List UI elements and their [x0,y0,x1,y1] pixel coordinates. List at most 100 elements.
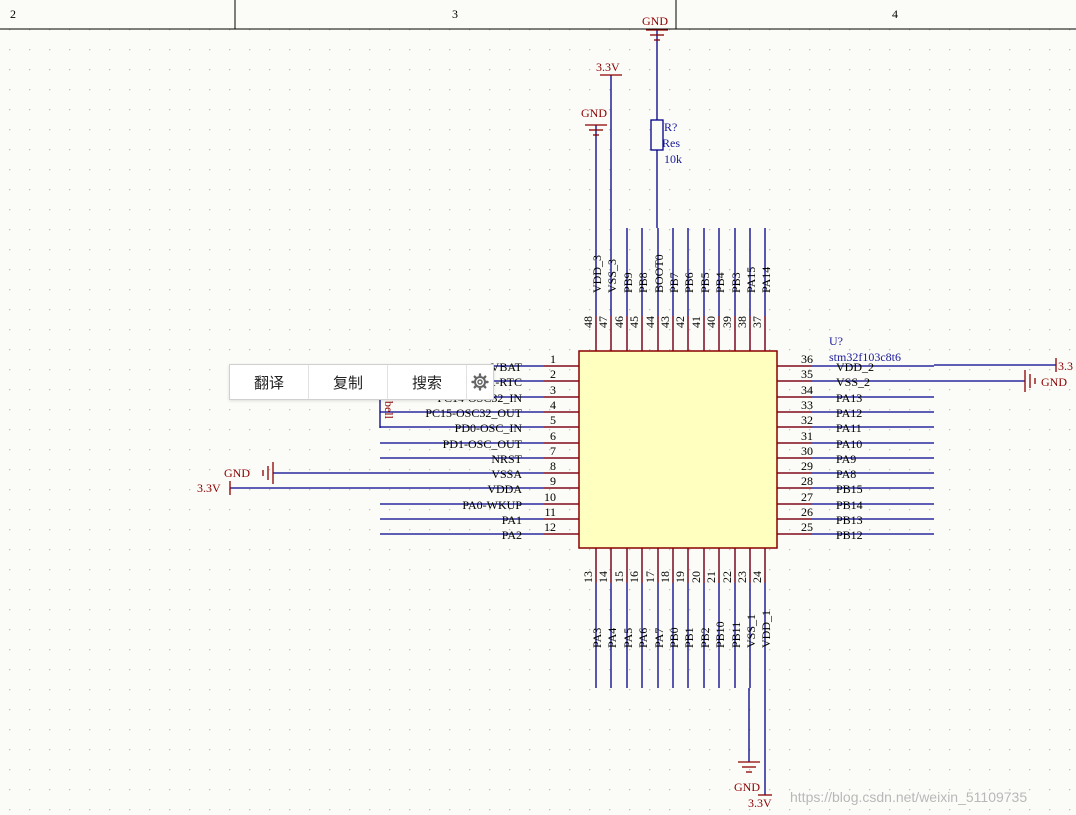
pin-number: 5 [550,413,556,427]
watermark: https://blog.csdn.net/weixin_51109735 [790,789,1027,805]
frame-zone-label: 2 [10,7,16,21]
pin-number: 48 [581,316,595,328]
pin-name: VSS_2 [836,375,870,389]
pin-name: PA4 [605,628,619,648]
pin-name: PA11 [836,421,862,435]
pin-number: 37 [750,316,764,328]
pin-name: PB7 [667,272,681,293]
pin-number: 44 [643,316,657,328]
pin-name: VDDA [487,482,522,496]
copy-button[interactable]: 复制 [309,365,388,399]
pin-name: PB15 [836,482,863,496]
net-label: bell [382,401,396,420]
pin-name: PB9 [621,272,635,293]
pin-name: PB0 [667,627,681,648]
search-button[interactable]: 搜索 [388,365,467,399]
pin-name: PB8 [636,272,650,293]
vcc-label: 3.3V [197,481,221,495]
pin-number: 26 [801,505,813,519]
resistor-comment: Res [662,136,680,150]
pin-name: VDD_3 [590,255,604,293]
pin-number: 23 [735,571,749,583]
gnd-label: GND [642,14,668,28]
pin-number: 31 [801,429,813,443]
pin-name: PA10 [836,437,862,451]
pin-name: VSS_3 [605,259,619,293]
pin-name: PB3 [729,272,743,293]
pin-name: PB1 [682,627,696,648]
pin-number: 18 [658,571,672,583]
pin-number: 13 [581,571,595,583]
pin-number: 4 [550,398,556,412]
pin-name: PB10 [713,621,727,648]
pin-name: PB6 [682,272,696,293]
pin-name: PD0-OSC_IN [455,421,523,435]
pin-name: PB2 [698,627,712,648]
pin-number: 32 [801,413,813,427]
frame-zone-label: 4 [892,7,898,21]
pin-number: 46 [612,316,626,328]
pin-number: 14 [596,571,610,583]
pin-number: 20 [689,571,703,583]
gnd-label: GND [581,106,607,120]
pin-name: PA12 [836,406,862,420]
vcc-label: 3.3V [748,796,772,810]
pin-number: 29 [801,459,813,473]
pin-number: 34 [801,383,813,397]
pin-name: PB14 [836,498,863,512]
pin-number: 10 [544,490,556,504]
chip-body[interactable] [578,350,778,549]
vcc-label: 3.3 [1058,359,1073,373]
pin-number: 22 [720,571,734,583]
pin-number: 36 [801,352,813,366]
pin-number: 8 [550,459,556,473]
gnd-label: GND [1041,375,1067,389]
pin-name: PA6 [636,628,650,648]
pin-name: PC15-OSC32_OUT [425,406,522,420]
schematic-canvas: 2 3 4 1VBAT2PC13-TAMPER-RTC3PC14-OSC32_I… [0,0,1076,815]
pin-number: 9 [550,474,556,488]
selection-popup: 翻译 复制 搜索 [229,364,494,400]
pin-number: 39 [720,316,734,328]
pin-name: VBAT [491,360,523,374]
pin-number: 38 [735,316,749,328]
pin-number: 27 [801,490,813,504]
pin-name: PB13 [836,513,863,527]
pin-number: 3 [550,383,556,397]
resistor-value: 10k [664,152,682,166]
frame-border: 2 3 4 [0,0,1076,30]
pin-number: 33 [801,398,813,412]
gnd-label: GND [224,466,250,480]
pin-number: 6 [550,429,556,443]
pin-name: PA2 [502,528,522,542]
pin-name: NRST [491,452,522,466]
pin-name: VSSA [491,467,522,481]
translate-button[interactable]: 翻译 [230,365,309,399]
pin-name: BOOT0 [652,254,666,293]
pin-name: PA0-WKUP [462,498,522,512]
resistor-designator: R? [664,120,677,134]
pin-number: 16 [627,571,641,583]
pin-number: 45 [627,316,641,328]
pin-name: PA1 [502,513,522,527]
gear-icon[interactable] [467,365,493,399]
pin-number: 11 [544,505,556,519]
pin-number: 41 [689,316,703,328]
pin-number: 25 [801,520,813,534]
pin-name: PD1-OSC_OUT [443,437,523,451]
pin-name: PA9 [836,452,856,466]
gear-icon-glyph [471,373,489,391]
pin-number: 28 [801,474,813,488]
pin-name: VDD_1 [759,610,773,648]
pin-number: 35 [801,367,813,381]
pin-name: PB4 [713,272,727,293]
pin-number: 30 [801,444,813,458]
pin-number: 7 [550,444,556,458]
pin-name: PA14 [759,267,773,293]
pin-number: 43 [658,316,672,328]
pin-name: PB11 [729,622,743,648]
pin-number: 47 [596,316,610,328]
component-designator: U? [829,334,843,348]
pin-number: 21 [704,571,718,583]
pin-number: 24 [750,571,764,583]
